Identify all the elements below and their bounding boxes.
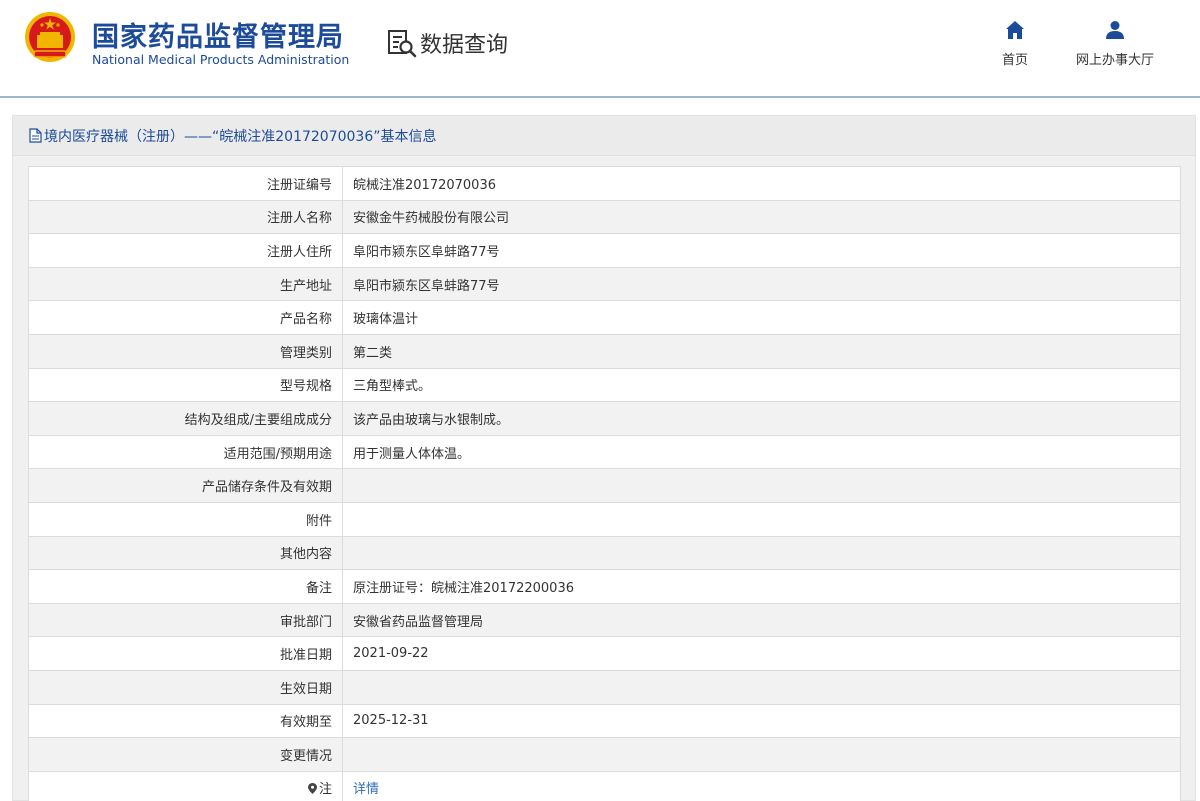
table-row: 审批部门 安徽省药品监督管理局	[28, 602, 1181, 638]
field-label: 生产地址	[28, 266, 343, 302]
detail-panel: 境内医疗器械（注册）——“皖械注准20172070036”基本信息 注册证编号皖…	[12, 115, 1196, 801]
note-label: 注	[318, 782, 332, 798]
home-icon	[1006, 21, 1024, 39]
table-row: 产品名称 玻璃体温计	[28, 300, 1181, 335]
field-label: 型号规格	[28, 367, 343, 403]
field-value: 2025-12-31	[342, 703, 1181, 739]
table-row: 产品储存条件及有效期	[28, 468, 1181, 503]
field-value	[342, 501, 1181, 537]
nav-home[interactable]: 首页	[995, 20, 1035, 68]
table-row: 变更情况	[28, 737, 1181, 772]
field-value: 玻璃体温计	[342, 300, 1181, 335]
table-row: 注册证编号 皖械注准20172070036	[28, 166, 1181, 201]
device-info-rows: 注册证编号 皖械注准20172070036 注册人名称 安徽金牛药械股份有限公司 注册人…	[28, 166, 1181, 801]
field-value: 2021-09-22	[342, 636, 1181, 671]
table-row: 有效期至 2025-12-31	[28, 703, 1181, 739]
field-value: 安徽金牛药械股份有限公司	[342, 199, 1181, 235]
table-row: 批准日期 2021-09-22	[28, 636, 1181, 671]
header-divider	[0, 96, 1200, 98]
search-document-icon	[388, 30, 417, 58]
field-value	[342, 468, 1181, 503]
table-row: 管理类别 第二类	[28, 333, 1181, 369]
panel-title: 境内医疗器械（注册）——“皖械注准20172070036”基本信息	[44, 128, 437, 145]
brand-subtitle: National Medical Products Administration	[92, 52, 350, 67]
field-value: 用于测量人体体温。	[342, 434, 1181, 470]
field-label: 生效日期	[28, 669, 343, 705]
table-row: 生效日期	[28, 669, 1181, 705]
field-value: 阜阳市颍东区阜蚌路77号	[342, 266, 1181, 302]
field-label: 有效期至	[28, 703, 343, 739]
device-info-table: 注册证编号 皖械注准20172070036 注册人名称 安徽金牛药械股份有限公司 注册人…	[28, 166, 1181, 801]
field-label: 注册人住所	[28, 233, 343, 268]
field-value: 三角型棒式。	[342, 367, 1181, 403]
field-value: 原注册证号：皖械注准20172200036	[342, 569, 1181, 604]
field-label: 注册证编号	[28, 166, 343, 201]
table-row: 生产地址 阜阳市颍东区阜蚌路77号	[28, 266, 1181, 302]
pin-icon	[307, 783, 317, 795]
field-label: 备注	[28, 569, 343, 604]
panel-header: 境内医疗器械（注册）——“皖械注准20172070036”基本信息	[13, 116, 1195, 156]
note-label-cell: 注	[28, 770, 343, 801]
table-row: 其他内容	[28, 535, 1181, 571]
field-label: 变更情况	[28, 737, 343, 772]
field-value: 阜阳市颍东区阜蚌路77号	[342, 233, 1181, 268]
data-query-section: 数据查询	[386, 26, 508, 60]
table-row: 适用范围/预期用途 用于测量人体体温。	[28, 434, 1181, 470]
note-value-cell: 详情	[342, 770, 1181, 801]
field-label: 其他内容	[28, 535, 343, 571]
table-row: 结构及组成/主要组成成分 该产品由玻璃与水银制成。	[28, 401, 1181, 436]
nav-home-label: 首页	[1001, 53, 1028, 68]
section-label: 数据查询	[420, 33, 509, 58]
field-label: 批准日期	[28, 636, 343, 671]
document-icon	[29, 128, 42, 143]
field-label: 适用范围/预期用途	[28, 434, 343, 470]
table-row: 注册人住所 阜阳市颍东区阜蚌路77号	[28, 233, 1181, 268]
site-header: 国家药品监督管理局 National Medical Products Admi…	[0, 0, 1200, 98]
field-value	[342, 535, 1181, 571]
brand-title: 国家药品监督管理局	[92, 22, 344, 53]
field-label: 管理类别	[28, 333, 343, 369]
field-value: 皖械注准20172070036	[342, 166, 1181, 201]
national-emblem-icon	[25, 12, 75, 62]
field-value	[342, 669, 1181, 705]
nav-online-service[interactable]: 网上办事大厅	[1068, 20, 1162, 68]
field-label: 结构及组成/主要组成成分	[28, 401, 343, 436]
field-label: 审批部门	[28, 602, 343, 638]
field-value: 安徽省药品监督管理局	[342, 602, 1181, 638]
table-row: 注册人名称 安徽金牛药械股份有限公司	[28, 199, 1181, 235]
field-value: 第二类	[342, 333, 1181, 369]
field-label: 产品名称	[28, 300, 343, 335]
details-link[interactable]: 详情	[353, 782, 379, 797]
field-value: 该产品由玻璃与水银制成。	[342, 401, 1181, 436]
table-row: 型号规格 三角型棒式。	[28, 367, 1181, 403]
field-value	[342, 737, 1181, 772]
field-label: 注册人名称	[28, 199, 343, 235]
field-label: 产品储存条件及有效期	[28, 468, 343, 503]
table-row: 附件	[28, 501, 1181, 537]
table-row: 备注 原注册证号：皖械注准20172200036	[28, 569, 1181, 604]
nav-online-label: 网上办事大厅	[1075, 53, 1154, 68]
user-icon	[1106, 21, 1124, 39]
field-label: 附件	[28, 501, 343, 537]
table-row-note: 注 详情	[28, 770, 1181, 801]
